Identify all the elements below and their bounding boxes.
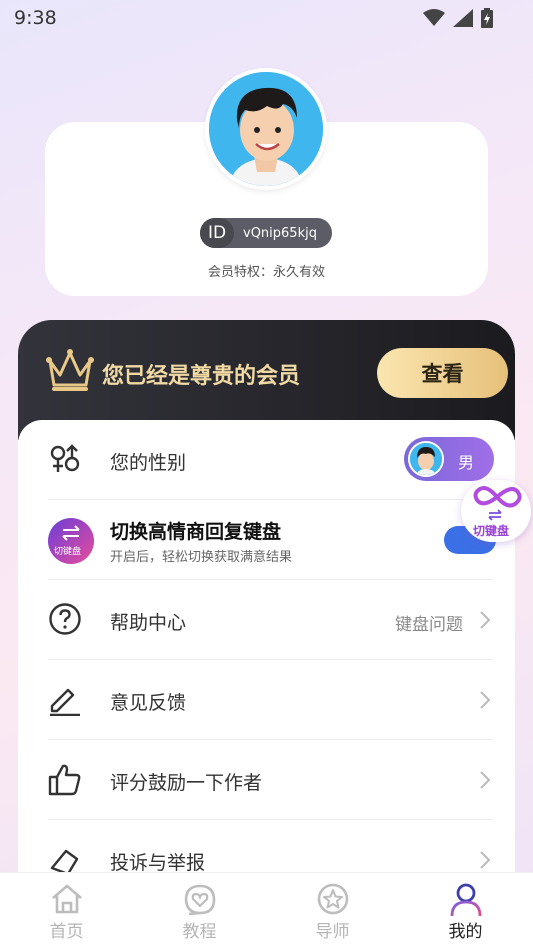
report-envelope-icon [50, 849, 80, 876]
chevron-right-icon [480, 771, 491, 789]
chevron-right-icon [480, 691, 491, 709]
tab-mentor-label: 导师 [315, 922, 350, 942]
status-icons [423, 8, 493, 28]
battery-icon [481, 8, 493, 28]
heart-chat-icon [184, 884, 216, 915]
gender-value: 男 [458, 453, 475, 472]
feedback-row[interactable]: 意见反馈 [48, 660, 493, 740]
status-bar: 9:38 [0, 0, 533, 36]
keyboard-badge: 切键盘 [48, 518, 94, 564]
tab-tutorial-label: 教程 [182, 922, 217, 942]
chevron-right-icon [480, 851, 491, 869]
user-id-pill[interactable]: ID vQnip65kjq [200, 218, 332, 248]
home-icon [52, 884, 82, 914]
tab-mine[interactable]: 我的 [399, 873, 532, 948]
report-label: 投诉与举报 [110, 852, 206, 874]
star-icon [317, 883, 349, 915]
floating-keyboard-label: 切键盘 [473, 524, 510, 538]
avatar-illustration-icon [209, 72, 323, 186]
keyboard-switch-title: 切换高情商回复键盘 [110, 521, 282, 543]
rate-label: 评分鼓励一下作者 [110, 772, 263, 794]
gender-selector[interactable]: 男 [404, 437, 494, 481]
keyboard-switch-row[interactable]: 切键盘 切换高情商回复键盘 开启后，轻松切换获取满意结果 [48, 500, 496, 580]
chevron-right-icon [480, 611, 491, 629]
switch-arrows-icon [62, 525, 80, 541]
vip-status-text: 您已经是尊贵的会员 [102, 364, 301, 389]
bottom-tab-bar: 首页 教程 导师 我的 [0, 872, 533, 948]
edit-pen-icon [50, 688, 80, 716]
user-id-value: vQnip65kjq [243, 225, 317, 241]
tab-mentor[interactable]: 导师 [266, 873, 399, 948]
infinity-icon [473, 486, 522, 508]
feedback-label: 意见反馈 [110, 692, 187, 714]
tab-tutorial[interactable]: 教程 [133, 873, 266, 948]
avatar[interactable] [205, 68, 327, 190]
tab-home-label: 首页 [49, 922, 84, 942]
swap-arrows-icon [488, 509, 502, 521]
question-circle-icon [49, 603, 81, 635]
rate-row[interactable]: 评分鼓励一下作者 [48, 740, 493, 820]
gender-row[interactable]: 您的性别 男 [48, 420, 494, 500]
person-icon [450, 883, 482, 917]
status-time: 9:38 [14, 7, 57, 29]
keyboard-switch-subtitle: 开启后，轻松切换获取满意结果 [110, 550, 293, 565]
tab-home[interactable]: 首页 [0, 873, 133, 948]
crown-icon [46, 349, 94, 391]
help-center-label: 帮助中心 [110, 612, 187, 634]
id-badge: ID [200, 218, 234, 248]
wifi-icon [423, 9, 445, 26]
keyboard-badge-label: 切键盘 [54, 547, 82, 557]
gender-label: 您的性别 [110, 452, 187, 474]
help-center-row[interactable]: 帮助中心 键盘问题 [48, 580, 493, 660]
thumbs-up-icon [48, 764, 81, 796]
tab-mine-label: 我的 [448, 922, 483, 942]
gender-icon [50, 444, 80, 472]
gender-avatar [408, 441, 444, 477]
signal-icon [453, 9, 473, 27]
help-center-extra: 键盘问题 [395, 615, 463, 635]
view-vip-button[interactable]: 查看 [377, 348, 508, 398]
gender-avatar-illustration-icon [410, 443, 442, 475]
member-privilege-text: 会员特权：永久有效 [207, 265, 325, 280]
floating-keyboard-button[interactable]: 切键盘 [461, 480, 531, 542]
